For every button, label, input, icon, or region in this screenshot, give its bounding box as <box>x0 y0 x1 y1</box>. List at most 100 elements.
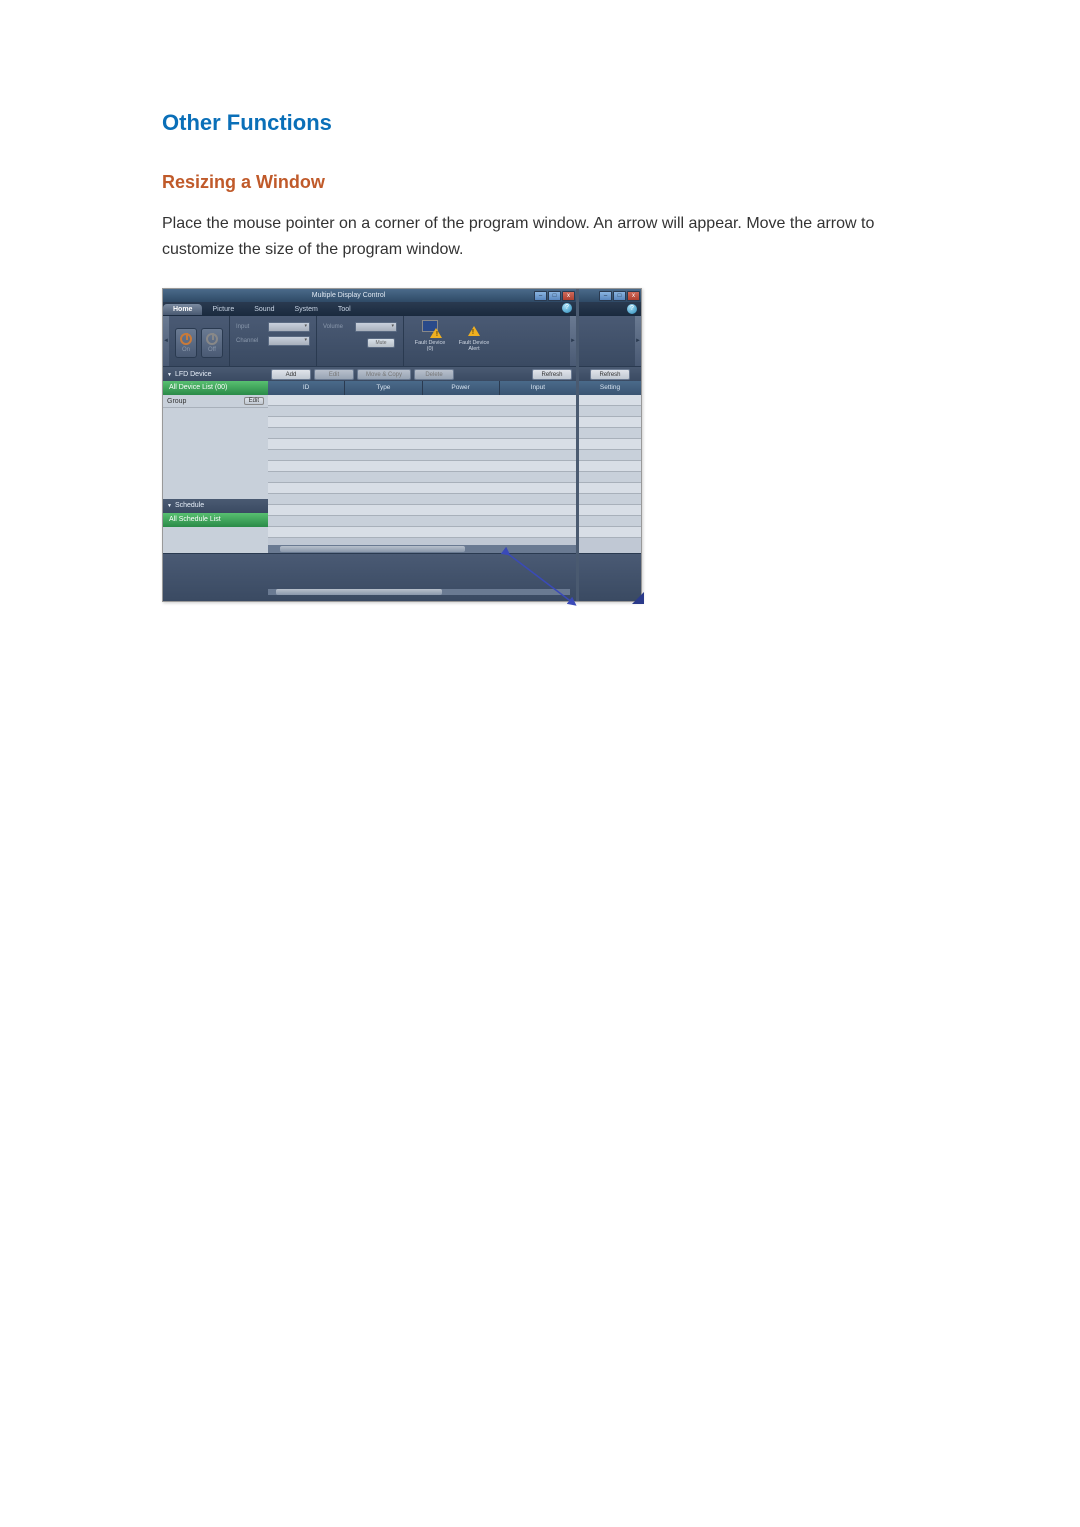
body-paragraph: Place the mouse pointer on a corner of t… <box>162 211 920 262</box>
table-row <box>579 450 641 461</box>
menu-tab-system[interactable]: System <box>285 304 328 315</box>
table-row <box>579 494 641 505</box>
fault-device-icon: ! <box>420 320 440 338</box>
secondary-close-button[interactable]: x <box>627 291 640 301</box>
secondary-grid-col-setting[interactable]: Setting <box>579 381 641 395</box>
menubar: Home Picture Sound System Tool ? <box>163 302 576 316</box>
device-grid: ID Type Power Input <box>268 381 576 553</box>
window-controls: – □ x <box>534 291 576 301</box>
table-row <box>579 417 641 428</box>
grid-header: ID Type Power Input <box>268 381 576 395</box>
minimize-button[interactable]: – <box>534 291 547 301</box>
table-row <box>579 527 641 538</box>
power-on-label: On <box>182 347 190 353</box>
edit-button[interactable]: Edit <box>314 369 354 380</box>
power-off-icon <box>206 333 218 345</box>
table-row <box>268 395 576 406</box>
secondary-window-controls: – □ x <box>599 291 641 301</box>
delete-button[interactable]: Delete <box>414 369 454 380</box>
secondary-grid-toolbar: Refresh <box>579 366 641 381</box>
horizontal-scrollbar[interactable] <box>268 545 576 553</box>
menu-tab-home[interactable]: Home <box>163 304 202 315</box>
table-row <box>268 527 576 538</box>
help-icon[interactable]: ? <box>562 303 572 313</box>
ribbon: ◄ On Off Input ▾ Channel ▾ Volume <box>163 316 576 366</box>
grid-rows <box>268 395 576 545</box>
grid-col-input[interactable]: Input <box>500 381 576 395</box>
table-row <box>579 516 641 527</box>
table-row <box>268 461 576 472</box>
sidebar-lfd-label: LFD Device <box>175 371 212 378</box>
page-title: Other Functions <box>162 110 920 136</box>
fault-device-label: Fault Device (0) <box>412 340 448 352</box>
power-off-button[interactable]: Off <box>201 328 223 358</box>
sidebar-schedule-empty <box>163 527 268 553</box>
table-row <box>268 483 576 494</box>
secondary-ribbon-scroll-right-icon[interactable]: ► <box>635 316 641 366</box>
add-button[interactable]: Add <box>271 369 311 380</box>
fault-device-count[interactable]: ! Fault Device (0) <box>412 320 448 352</box>
status-scrollbar[interactable] <box>268 589 570 595</box>
input-label: Input <box>236 324 264 330</box>
table-row <box>579 395 641 406</box>
grid-col-id[interactable]: ID <box>268 381 345 395</box>
secondary-help-icon[interactable]: ? <box>627 304 637 314</box>
app-screenshot: Multiple Display Control – □ x – □ x Hom… <box>162 288 642 602</box>
table-row <box>268 450 576 461</box>
mute-button[interactable]: Mute <box>367 338 395 348</box>
grid-col-power[interactable]: Power <box>423 381 500 395</box>
power-group: On Off <box>169 328 229 358</box>
secondary-titlebar: – □ x <box>579 289 641 302</box>
grid-toolbar: ▼LFD Device Add Edit Move & Copy Delete … <box>163 366 576 381</box>
titlebar: Multiple Display Control – □ x <box>163 289 576 302</box>
refresh-button[interactable]: Refresh <box>532 369 572 380</box>
secondary-minimize-button[interactable]: – <box>599 291 612 301</box>
sidebar-group-label: Group <box>167 398 186 405</box>
table-row <box>268 428 576 439</box>
move-copy-button[interactable]: Move & Copy <box>357 369 411 380</box>
sidebar-schedule-header[interactable]: ▼Schedule <box>163 499 268 513</box>
sidebar-all-device[interactable]: All Device List (00) <box>163 381 268 395</box>
channel-select[interactable]: ▾ <box>268 336 310 346</box>
caret-down-icon: ▼ <box>167 503 172 509</box>
menu-tab-sound[interactable]: Sound <box>244 304 284 315</box>
sidebar-lfd-header[interactable]: ▼LFD Device <box>163 371 268 378</box>
secondary-grid: Setting <box>579 381 641 553</box>
table-row <box>579 505 641 516</box>
fault-alert-label: Fault Device Alert <box>456 340 492 352</box>
power-off-label: Off <box>208 347 216 353</box>
grid-col-type[interactable]: Type <box>345 381 422 395</box>
resize-handle-icon[interactable] <box>632 592 644 604</box>
table-row <box>579 428 641 439</box>
menu-tab-picture[interactable]: Picture <box>202 304 244 315</box>
maximize-button[interactable]: □ <box>548 291 561 301</box>
volume-label: Volume <box>323 324 351 330</box>
status-scrollbar-handle[interactable] <box>276 589 442 595</box>
close-button[interactable]: x <box>562 291 575 301</box>
group-edit-button[interactable]: Edit <box>244 397 264 405</box>
table-row <box>579 472 641 483</box>
fault-device-alert[interactable]: ! Fault Device Alert <box>456 320 492 352</box>
sidebar-all-schedule[interactable]: All Schedule List <box>163 513 268 527</box>
sidebar: All Device List (00) Group Edit ▼Schedul… <box>163 381 268 553</box>
table-row <box>268 516 576 527</box>
table-row <box>268 505 576 516</box>
main-body: All Device List (00) Group Edit ▼Schedul… <box>163 381 576 553</box>
table-row <box>268 472 576 483</box>
sidebar-group-row: Group Edit <box>163 395 268 408</box>
input-group: Input ▾ Channel ▾ <box>229 316 316 366</box>
menu-tab-tool[interactable]: Tool <box>328 304 361 315</box>
table-row <box>268 417 576 428</box>
volume-group: Volume ▾ Mute <box>316 316 403 366</box>
scrollbar-handle[interactable] <box>280 546 465 552</box>
fault-group: ! Fault Device (0) ! Fault Device Alert <box>403 316 500 366</box>
table-row <box>579 406 641 417</box>
input-select[interactable]: ▾ <box>268 322 310 332</box>
volume-select[interactable]: ▾ <box>355 322 397 332</box>
power-on-button[interactable]: On <box>175 328 197 358</box>
secondary-menubar: ? <box>579 302 641 316</box>
ribbon-scroll-right-icon[interactable]: ► <box>570 316 576 366</box>
power-on-icon <box>180 333 192 345</box>
secondary-maximize-button[interactable]: □ <box>613 291 626 301</box>
secondary-refresh-button[interactable]: Refresh <box>590 369 630 380</box>
